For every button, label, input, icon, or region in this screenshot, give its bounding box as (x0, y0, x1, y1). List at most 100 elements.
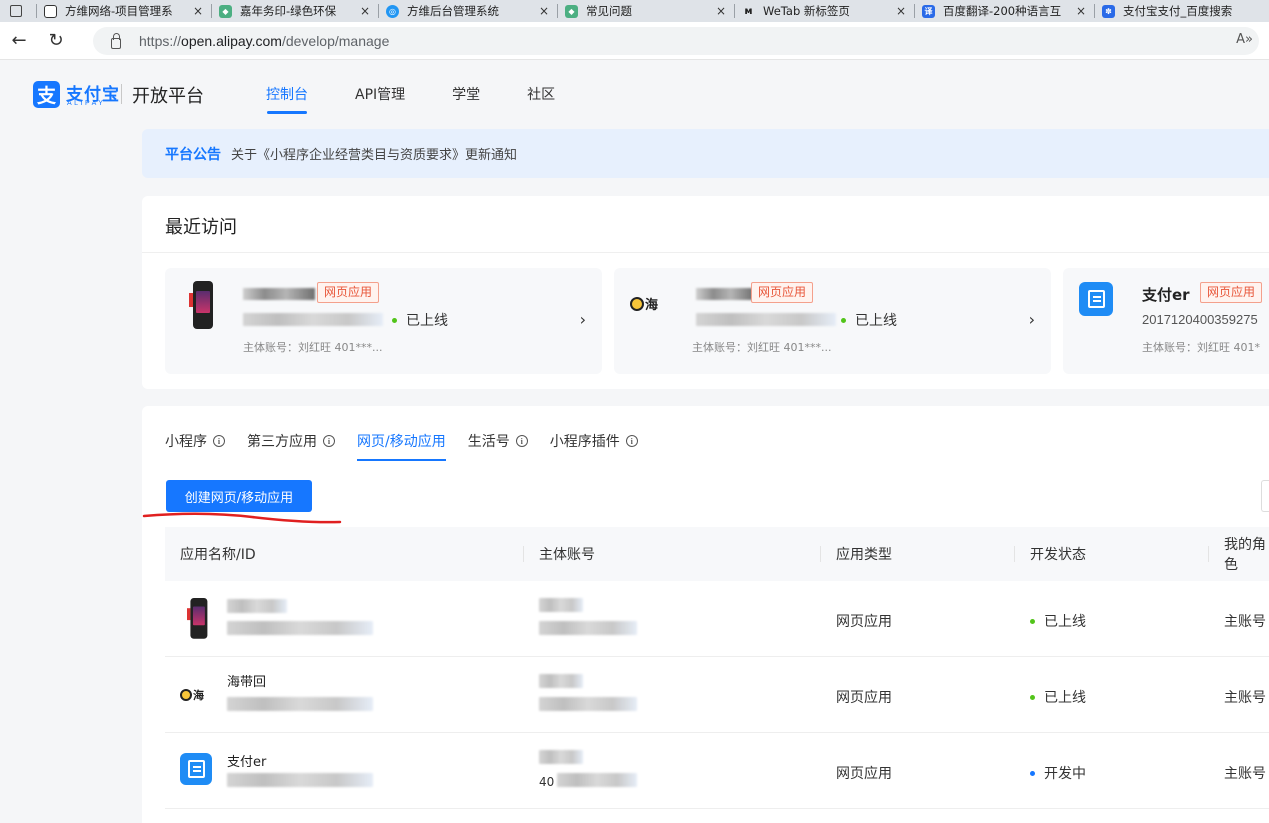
app-logo-icon: 海 (630, 294, 658, 313)
url-field[interactable]: https://open.alipay.com/develop/manage A… (93, 27, 1259, 55)
tab-life-account[interactable]: 生活号 i (468, 431, 528, 461)
nav-console[interactable]: 控制台 (266, 84, 308, 114)
my-role: 主账号 (1224, 690, 1266, 706)
table-row[interactable]: 支付er 40 网页应用 开发中 主账号 (165, 733, 1269, 809)
app-id-redacted (227, 697, 373, 711)
info-icon[interactable]: i (213, 435, 225, 447)
logo-divider (121, 84, 122, 104)
nav-community[interactable]: 社区 (527, 84, 555, 114)
recent-visits-panel: 最近访问 网页应用 已上线 主体账号：刘红旺 401***... › 海 网页应… (142, 196, 1269, 389)
tab-web-mobile-app[interactable]: 网页/移动应用 (357, 431, 446, 461)
search-box-edge[interactable] (1261, 480, 1269, 512)
column-header: 开发状态 (1030, 547, 1086, 563)
info-icon[interactable]: i (625, 435, 638, 447)
address-bar: ← ↻ https://open.alipay.com/develop/mana… (0, 22, 1269, 60)
nav-academy[interactable]: 学堂 (452, 84, 480, 114)
translate-icon: 译 (922, 4, 935, 18)
table-row[interactable]: 网页应用 已上线 主账号 (165, 581, 1269, 657)
web-app-tag: 网页应用 (317, 282, 380, 303)
tab-separator (211, 4, 212, 18)
tab-mini-program[interactable]: 小程序 i (165, 431, 225, 461)
browser-tab[interactable]: ✽ 支付宝支付_百度搜索 (1094, 0, 1254, 22)
notice-tag: 平台公告 (165, 146, 221, 163)
refresh-icon[interactable]: ↻ (46, 30, 66, 51)
top-navigation: 控制台 API管理 学堂 社区 (266, 84, 602, 114)
tab-separator (557, 4, 558, 18)
site-header: 支 支付宝 ALIPAY 开放平台 控制台 API管理 学堂 社区 (0, 60, 1269, 128)
browser-tab[interactable]: 方维网络-项目管理系 × (36, 0, 211, 22)
close-icon[interactable]: × (539, 4, 549, 18)
tab-third-party-app[interactable]: 第三方应用 i (247, 431, 335, 461)
owner-redacted (539, 674, 583, 688)
close-icon[interactable]: × (896, 4, 906, 18)
app-name-redacted (696, 288, 754, 300)
tab-mini-program-plugin[interactable]: 小程序插件 i (550, 431, 638, 461)
app-type: 网页应用 (836, 766, 892, 782)
table-row[interactable]: 海 海带回 网页应用 已上线 主账号 (165, 657, 1269, 733)
app-management-panel: 小程序 i 第三方应用 i 网页/移动应用 生活号 i 小程序插件 i 创建网页/移动应… (142, 406, 1269, 823)
column-divider (1208, 546, 1209, 562)
info-icon[interactable]: i (323, 435, 335, 447)
platform-notice: 平台公告 关于《小程序企业经营类目与资质要求》更新通知 (142, 129, 1269, 178)
web-app-tag: 网页应用 (751, 282, 814, 303)
tab-separator (914, 4, 915, 18)
back-arrow-icon[interactable]: ← (9, 30, 29, 51)
tab-title: 常见问题 (586, 4, 632, 18)
recent-visits-title: 最近访问 (165, 217, 237, 238)
notice-link[interactable]: 关于《小程序企业经营类目与资质要求》更新通知 (231, 144, 517, 163)
status-online: 已上线 (841, 310, 897, 330)
lock-icon[interactable] (111, 32, 121, 49)
browser-tab[interactable]: ᴍ WeTab 新标签页 × (734, 0, 914, 22)
recent-app-card[interactable]: 支付er 网页应用 2017120400359275 主体账号：刘红旺 401* (1063, 268, 1269, 374)
web-app-tag: 网页应用 (1200, 282, 1263, 303)
browser-tab[interactable]: ◆ 嘉年务印-绿色环保 × (211, 0, 378, 22)
chevron-right-icon[interactable]: › (580, 310, 586, 329)
tab-title: 方维后台管理系统 (407, 4, 499, 18)
close-icon[interactable]: × (716, 4, 726, 18)
owner-account: 主体账号：刘红旺 401* (1142, 341, 1260, 354)
close-icon[interactable]: × (360, 4, 370, 18)
leaf-icon: ◆ (565, 4, 578, 18)
recent-app-card[interactable]: 海 网页应用 已上线 主体账号：刘红旺 401***... › (614, 268, 1051, 374)
app-type-tabs: 小程序 i 第三方应用 i 网页/移动应用 生活号 i 小程序插件 i (165, 431, 660, 461)
tab-separator (1094, 4, 1095, 18)
tab-actions-icon[interactable] (10, 5, 22, 17)
alipay-logo-icon[interactable]: 支 (33, 81, 60, 108)
column-divider (820, 546, 821, 562)
status-dot (1030, 694, 1035, 700)
app-id-redacted (696, 313, 836, 326)
owner-redacted (557, 773, 637, 787)
dev-status: 开发中 (1030, 763, 1086, 783)
browser-tab[interactable]: 译 百度翻译-200种语言互 × (914, 0, 1094, 22)
status-online: 已上线 (392, 310, 448, 330)
app-id-redacted (243, 313, 383, 326)
tab-title: WeTab 新标签页 (763, 4, 850, 18)
reader-mode-icon[interactable]: A» (1236, 32, 1253, 47)
nav-api[interactable]: API管理 (355, 84, 405, 114)
logo-subtext: ALIPAY (67, 100, 106, 107)
info-icon[interactable]: i (515, 435, 528, 447)
browser-tab[interactable]: ◎ 方维后台管理系统 × (378, 0, 557, 22)
browser-tab[interactable]: ◆ 常见问题 × (557, 0, 734, 22)
tab-separator (36, 4, 37, 18)
chevron-right-icon[interactable]: › (1029, 310, 1035, 329)
document-app-icon (180, 753, 212, 785)
divider (142, 252, 1269, 253)
my-role: 主账号 (1224, 614, 1266, 630)
app-type: 网页应用 (836, 614, 892, 630)
owner-account: 主体账号：刘红旺 401***... (243, 341, 383, 354)
recent-app-card[interactable]: 网页应用 已上线 主体账号：刘红旺 401***... › (165, 268, 602, 374)
owner-redacted (539, 598, 583, 612)
document-app-icon (1079, 282, 1113, 316)
app-type: 网页应用 (836, 690, 892, 706)
owner-redacted (539, 750, 583, 764)
close-icon[interactable]: × (193, 4, 203, 18)
close-icon[interactable]: × (1076, 4, 1086, 18)
wetab-icon: ᴍ (744, 5, 753, 17)
column-header: 我的角色 (1224, 537, 1266, 573)
column-header: 应用类型 (836, 547, 892, 563)
owner-redacted (539, 697, 637, 711)
status-dot (841, 317, 846, 323)
app-name: 支付er (227, 755, 267, 770)
column-divider (1014, 546, 1015, 562)
